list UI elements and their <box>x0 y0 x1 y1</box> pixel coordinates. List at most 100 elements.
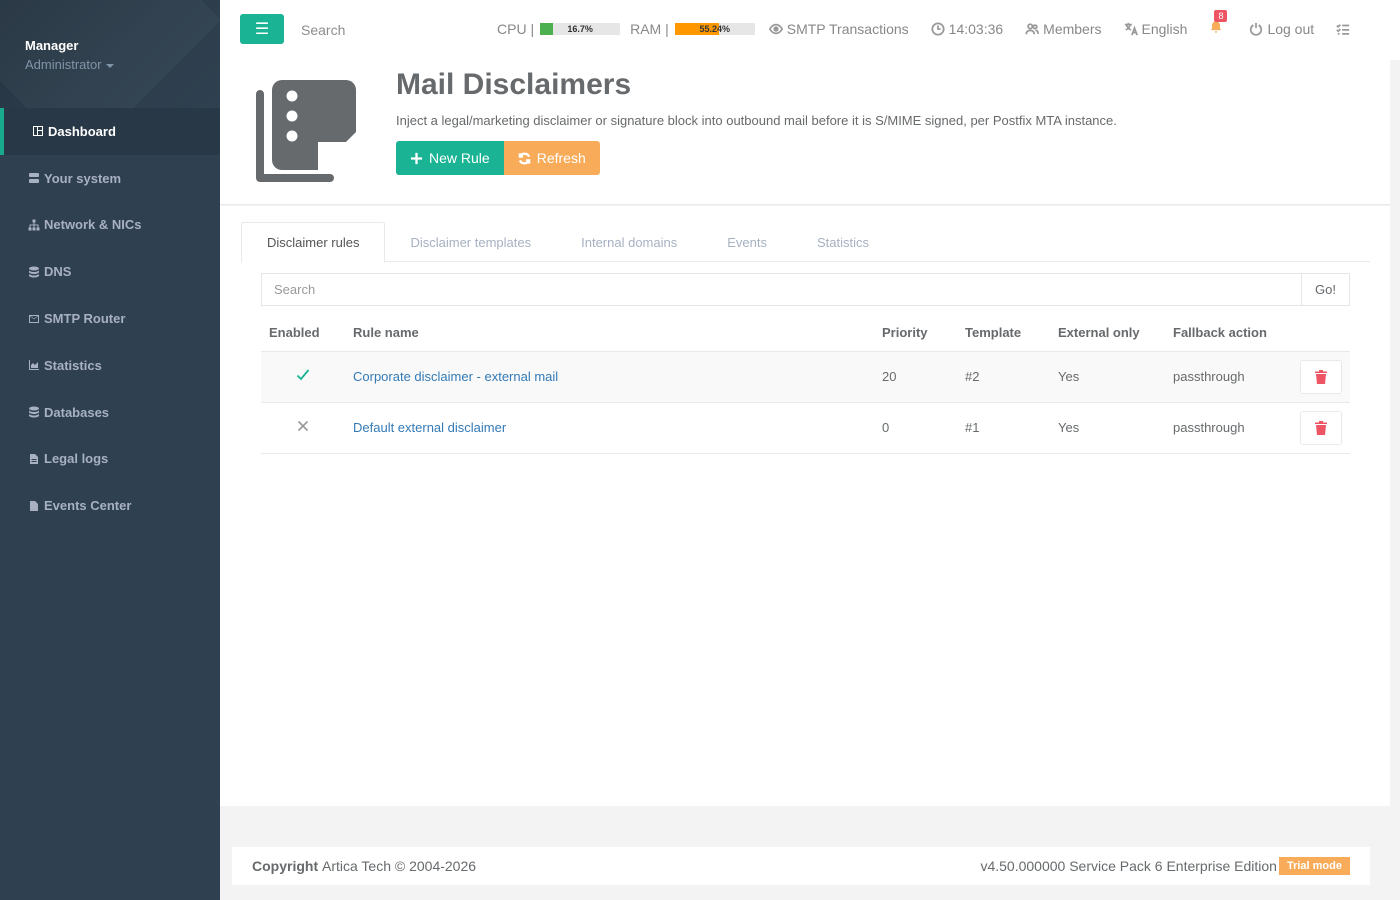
sidebar-item-smtp-router[interactable]: SMTP Router <box>0 295 220 342</box>
cpu-value: 16.7% <box>567 23 593 34</box>
rules-search-input[interactable]: Search <box>261 273 1301 306</box>
column-header-template[interactable]: Template <box>957 314 1050 352</box>
sidebar-item-events-center[interactable]: Events Center <box>0 482 220 529</box>
template-cell: #1 <box>957 402 1050 454</box>
sidebar-item-label: Network & NICs <box>44 217 142 233</box>
rule-name-cell: Corporate disclaimer - external mail <box>345 351 874 403</box>
ram-label-text: RAM <box>630 20 662 37</box>
column-header-rule-name[interactable]: Rule name <box>345 314 874 352</box>
header-button-group: New Rule Refresh <box>396 141 600 175</box>
trial-mode-badge: Trial mode <box>1278 857 1350 875</box>
external-only-cell: Yes <box>1050 402 1165 454</box>
column-header-fallback-action[interactable]: Fallback action <box>1165 314 1285 352</box>
file-icon <box>27 499 40 512</box>
actions-cell <box>1285 402 1350 454</box>
delete-rule-button[interactable] <box>1300 359 1342 394</box>
logout-link[interactable]: Log out <box>1249 21 1314 37</box>
enabled-cell[interactable] <box>261 351 345 403</box>
dashboard-icon <box>31 125 44 138</box>
refresh-label: Refresh <box>536 150 586 166</box>
profile-block[interactable]: Manager Administrator <box>0 0 220 108</box>
database-icon <box>27 406 40 419</box>
sidebar: Manager Administrator Dashboard Your sys… <box>0 0 220 900</box>
eye-icon <box>768 23 783 34</box>
sidebar-item-label: Databases <box>44 404 110 420</box>
new-rule-label: New Rule <box>429 150 490 166</box>
sidebar-item-your-system[interactable]: Your system <box>0 155 220 202</box>
disclaimer-rules-icon <box>252 74 360 182</box>
checklist-icon <box>1336 23 1350 35</box>
members-label: Members <box>1043 20 1102 37</box>
language-label: English <box>1141 20 1188 37</box>
rule-name-link[interactable]: Default external disclaimer <box>353 420 506 435</box>
fallback-action-cell: passthrough <box>1165 351 1285 403</box>
smtp-transactions-link[interactable]: SMTP Transactions <box>768 21 909 37</box>
column-header-external-only[interactable]: External only <box>1050 314 1165 352</box>
top-search-input[interactable]: Search <box>301 22 345 38</box>
main-content: Disclaimer rules Disclaimer templates In… <box>220 206 1390 806</box>
sidebar-item-label: DNS <box>44 264 72 280</box>
members-link[interactable]: Members <box>1025 20 1102 37</box>
check-icon <box>296 369 310 381</box>
version-text: v4.50.000000 Service Pack 6 Enterprise E… <box>980 858 1277 874</box>
sidebar-item-label: Dashboard <box>48 123 116 139</box>
sidebar-item-label: Events Center <box>44 498 132 514</box>
sidebar-item-label: SMTP Router <box>44 311 126 327</box>
language-selector[interactable]: English <box>1124 20 1188 37</box>
table-row: Corporate disclaimer - external mail 20 … <box>261 351 1350 403</box>
trash-icon <box>1315 420 1327 435</box>
sidebar-item-network[interactable]: Network & NICs <box>0 202 220 249</box>
refresh-button[interactable]: Refresh <box>503 141 600 175</box>
page-subtitle: Inject a legal/marketing disclaimer or s… <box>396 113 1117 128</box>
logout-label: Log out <box>1267 20 1315 37</box>
envelope-icon <box>27 312 40 325</box>
sidebar-item-databases[interactable]: Databases <box>0 389 220 436</box>
sidebar-item-legal-logs[interactable]: Legal logs <box>0 436 220 483</box>
copyright-text: Artica Tech © 2004-2026 <box>322 858 477 874</box>
delete-rule-button[interactable] <box>1300 410 1342 445</box>
sidebar-item-dns[interactable]: DNS <box>0 248 220 295</box>
profile-role-label: Administrator <box>25 57 102 72</box>
clock-icon <box>931 21 945 36</box>
rules-table: Enabled Rule name Priority Template Exte… <box>261 314 1350 454</box>
tab-statistics[interactable]: Statistics <box>792 222 894 262</box>
rule-name-cell: Default external disclaimer <box>345 402 874 454</box>
priority-cell: 0 <box>874 402 957 454</box>
tab-disclaimer-rules[interactable]: Disclaimer rules <box>241 222 386 263</box>
tab-disclaimer-templates[interactable]: Disclaimer templates <box>385 222 556 262</box>
tab-bar: Disclaimer rules Disclaimer templates In… <box>241 222 1370 263</box>
tab-internal-domains[interactable]: Internal domains <box>556 222 702 262</box>
sidebar-item-dashboard[interactable]: Dashboard <box>0 108 220 155</box>
rules-search-bar: Search Go! <box>261 273 1350 306</box>
hamburger-icon: ☰ <box>254 21 270 38</box>
page-header: Mail Disclaimers Inject a legal/marketin… <box>220 60 1390 205</box>
file-text-icon <box>27 452 40 465</box>
sidebar-item-label: Your system <box>44 170 122 186</box>
server-icon <box>27 172 40 185</box>
sidebar-item-statistics[interactable]: Statistics <box>0 342 220 389</box>
column-header-enabled[interactable]: Enabled <box>261 314 345 352</box>
priority-cell: 20 <box>874 351 957 403</box>
search-go-button[interactable]: Go! <box>1301 273 1350 306</box>
task-list-button[interactable] <box>1336 22 1354 36</box>
ram-label: RAM | <box>630 20 669 37</box>
clock-value: 14:03:36 <box>948 20 1004 37</box>
bell-icon <box>1211 21 1222 33</box>
profile-role[interactable]: Administrator <box>25 57 220 72</box>
page-title: Mail Disclaimers <box>396 68 632 101</box>
notifications-bell[interactable]: 8 <box>1209 10 1228 37</box>
enabled-cell[interactable] <box>261 402 345 454</box>
new-rule-button[interactable]: New Rule <box>396 141 504 175</box>
menu-toggle-button[interactable]: ☰ <box>240 14 284 44</box>
rule-name-link[interactable]: Corporate disclaimer - external mail <box>353 369 558 384</box>
template-cell: #2 <box>957 351 1050 403</box>
table-row: Default external disclaimer 0 #1 Yes pas… <box>261 402 1350 454</box>
ram-value: 55.24% <box>699 23 731 34</box>
trash-icon <box>1315 369 1327 384</box>
plus-icon <box>410 152 423 164</box>
sidebar-item-label: Legal logs <box>44 451 109 467</box>
cpu-meter: 16.7% <box>540 22 621 35</box>
clock: 14:03:36 <box>931 20 1004 37</box>
tab-events[interactable]: Events <box>702 222 792 262</box>
column-header-priority[interactable]: Priority <box>874 314 957 352</box>
